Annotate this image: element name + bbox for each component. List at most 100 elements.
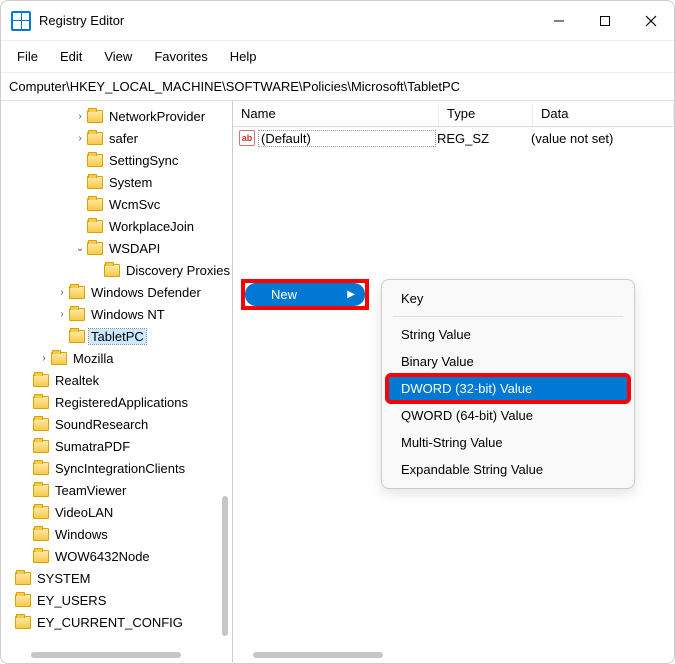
tree-item[interactable]: SYSTEM: [1, 567, 232, 589]
tree-item[interactable]: Realtek: [1, 369, 232, 391]
folder-icon: [87, 176, 103, 189]
folder-icon: [33, 396, 49, 409]
folder-icon: [33, 484, 49, 497]
menu-help[interactable]: Help: [220, 45, 267, 68]
folder-icon: [69, 286, 85, 299]
tree-scrollbar[interactable]: [222, 496, 228, 636]
col-data[interactable]: Data: [533, 102, 674, 125]
chevron-right-icon[interactable]: ›: [73, 133, 87, 144]
folder-icon: [33, 528, 49, 541]
tree-label: WcmSvc: [107, 197, 162, 212]
tree-item[interactable]: WOW6432Node: [1, 545, 232, 567]
tree-pane[interactable]: › NetworkProvider › safer SettingSync System W…: [1, 101, 233, 662]
tree-label: Discovery Proxies: [124, 263, 232, 278]
menu-favorites[interactable]: Favorites: [144, 45, 217, 68]
tree-item[interactable]: ›Windows NT: [1, 303, 232, 325]
folder-icon: [33, 374, 49, 387]
tree-item[interactable]: VideoLAN: [1, 501, 232, 523]
menu-edit[interactable]: Edit: [50, 45, 92, 68]
col-type[interactable]: Type: [439, 102, 533, 125]
minimize-button[interactable]: [536, 1, 582, 41]
value-data: (value not set): [529, 131, 674, 146]
tree-label: EY_CURRENT_CONFIG: [35, 615, 185, 630]
string-value-icon: ab: [239, 130, 255, 146]
menu-file[interactable]: File: [7, 45, 48, 68]
submenu-multi[interactable]: Multi-String Value: [387, 429, 629, 456]
submenu-key[interactable]: Key: [387, 285, 629, 312]
folder-icon: [33, 506, 49, 519]
tree-label: TeamViewer: [53, 483, 128, 498]
maximize-button[interactable]: [582, 1, 628, 41]
chevron-right-icon[interactable]: ›: [37, 353, 51, 364]
tree-item[interactable]: EY_CURRENT_CONFIG: [1, 611, 232, 633]
folder-icon: [15, 594, 31, 607]
tree-label: safer: [107, 131, 140, 146]
tree-item[interactable]: TeamViewer: [1, 479, 232, 501]
tree-label: SoundResearch: [53, 417, 150, 432]
chevron-right-icon: ▶: [347, 289, 355, 300]
tree-label: SYSTEM: [35, 571, 92, 586]
folder-icon: [87, 242, 103, 255]
tree-item[interactable]: SoundResearch: [1, 413, 232, 435]
tree-label: Mozilla: [71, 351, 115, 366]
folder-icon: [33, 440, 49, 453]
folder-icon: [33, 418, 49, 431]
tree-item[interactable]: SumatraPDF: [1, 435, 232, 457]
submenu-binary[interactable]: Binary Value: [387, 348, 629, 375]
value-type: REG_SZ: [435, 131, 529, 146]
window-buttons: [536, 1, 674, 41]
tree-item[interactable]: WcmSvc: [1, 193, 232, 215]
tree-item[interactable]: System: [1, 171, 232, 193]
chevron-down-icon[interactable]: ⌄: [73, 243, 87, 254]
tree-label: WorkplaceJoin: [107, 219, 196, 234]
context-new[interactable]: New ▶: [245, 283, 365, 306]
submenu-expand[interactable]: Expandable String Value: [387, 456, 629, 483]
folder-icon: [51, 352, 67, 365]
submenu-string[interactable]: String Value: [387, 321, 629, 348]
tree-item[interactable]: Discovery Proxies: [1, 259, 232, 281]
list-pane[interactable]: Name Type Data ab (Default) REG_SZ (valu…: [233, 101, 674, 662]
tree-item[interactable]: WorkplaceJoin: [1, 215, 232, 237]
submenu-qword[interactable]: QWORD (64-bit) Value: [387, 402, 629, 429]
tree-label: VideoLAN: [53, 505, 115, 520]
menu-view[interactable]: View: [94, 45, 142, 68]
list-hscrollbar[interactable]: [253, 652, 383, 658]
col-name[interactable]: Name: [233, 102, 439, 125]
titlebar: Registry Editor: [1, 1, 674, 41]
window-title: Registry Editor: [39, 13, 536, 28]
tree-item[interactable]: Windows: [1, 523, 232, 545]
value-name[interactable]: (Default): [259, 131, 435, 146]
context-new-highlight: New ▶: [241, 279, 369, 310]
folder-icon: [15, 616, 31, 629]
tree-item[interactable]: SyncIntegrationClients: [1, 457, 232, 479]
tree-item[interactable]: EY_USERS: [1, 589, 232, 611]
tree-label: RegisteredApplications: [53, 395, 190, 410]
chevron-right-icon[interactable]: ›: [73, 111, 87, 122]
tree-item[interactable]: SettingSync: [1, 149, 232, 171]
list-row[interactable]: ab (Default) REG_SZ (value not set): [233, 127, 674, 149]
tree-item[interactable]: › Mozilla: [1, 347, 232, 369]
tree-hscrollbar[interactable]: [31, 652, 181, 658]
folder-icon: [87, 154, 103, 167]
submenu-dword[interactable]: DWORD (32-bit) Value: [387, 375, 629, 402]
app-icon: [11, 11, 31, 31]
tree-item[interactable]: › NetworkProvider: [1, 105, 232, 127]
folder-icon: [87, 132, 103, 145]
tree-item[interactable]: ›Windows Defender: [1, 281, 232, 303]
submenu-separator: [393, 316, 623, 317]
folder-icon: [33, 550, 49, 563]
tree-label: SettingSync: [107, 153, 180, 168]
tree-item[interactable]: › safer: [1, 127, 232, 149]
new-submenu: Key String Value Binary Value DWORD (32-…: [381, 279, 635, 489]
tree-item[interactable]: TabletPC: [1, 325, 232, 347]
tree-label: NetworkProvider: [107, 109, 207, 124]
tree-item[interactable]: RegisteredApplications: [1, 391, 232, 413]
close-button[interactable]: [628, 1, 674, 41]
tree-item[interactable]: ⌄WSDAPI: [1, 237, 232, 259]
chevron-right-icon[interactable]: ›: [55, 287, 69, 298]
folder-icon: [87, 198, 103, 211]
context-new-label: New: [271, 287, 297, 302]
address-bar[interactable]: Computer\HKEY_LOCAL_MACHINE\SOFTWARE\Pol…: [1, 73, 674, 101]
chevron-right-icon[interactable]: ›: [55, 309, 69, 320]
main-area: › NetworkProvider › safer SettingSync System W…: [1, 101, 674, 662]
